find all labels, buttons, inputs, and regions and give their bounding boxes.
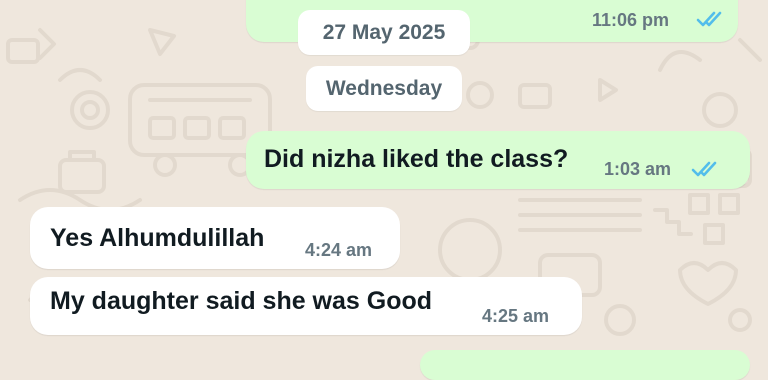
- date-separator: 27 May 2025: [298, 10, 470, 55]
- message-bubble-outgoing[interactable]: [420, 350, 750, 380]
- message-text: Yes Alhumdulillah: [50, 224, 265, 252]
- message-text: Did nizha liked the class?: [264, 145, 569, 173]
- read-receipt-icon: [691, 161, 717, 177]
- message-bubble-incoming[interactable]: My daughter said she was Good 4:25 am: [30, 277, 582, 335]
- message-text: My daughter said she was Good: [50, 287, 433, 315]
- message-bubble-incoming[interactable]: Yes Alhumdulillah 4:24 am: [30, 207, 400, 269]
- message-time: 11:06 pm: [592, 10, 670, 30]
- message-time: 4:24 am: [305, 240, 373, 260]
- message-bubble-outgoing[interactable]: Did nizha liked the class? 1:03 am: [246, 131, 750, 189]
- read-receipt-icon: [696, 11, 722, 27]
- day-separator: Wednesday: [306, 66, 462, 111]
- message-time: 1:03 am: [604, 159, 672, 179]
- message-time: 4:25 am: [482, 306, 550, 326]
